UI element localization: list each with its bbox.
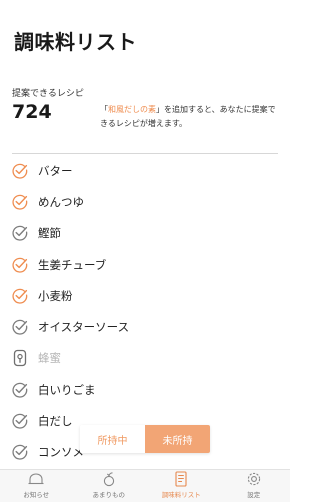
suggestion-hint: 「和風だしの素」を追加すると、あなたに提案できるレシピが増えます。 bbox=[100, 103, 282, 131]
list-item[interactable]: めんつゆ bbox=[0, 186, 290, 217]
tab-news[interactable]: お知らせ bbox=[0, 470, 73, 502]
item-label: 鰹節 bbox=[38, 226, 61, 241]
tab-label: 設定 bbox=[247, 491, 261, 499]
check-circle-icon[interactable] bbox=[11, 256, 29, 274]
item-label: 生姜チューブ bbox=[38, 257, 107, 272]
check-circle-icon[interactable] bbox=[11, 381, 29, 399]
ownership-filter: 所持中 未所持 bbox=[80, 425, 210, 453]
suggestion-label: 提案できるレシピ bbox=[12, 89, 84, 99]
filter-not-owned-button[interactable]: 未所持 bbox=[145, 425, 210, 453]
tab-label: 調味料リスト bbox=[161, 491, 201, 499]
list-item[interactable]: 鰹節 bbox=[0, 218, 290, 249]
check-circle-icon[interactable] bbox=[11, 318, 29, 336]
list-item[interactable]: オイスターソース bbox=[0, 311, 290, 342]
tab-label: あまりもの bbox=[92, 491, 126, 499]
leftover-icon bbox=[103, 472, 114, 487]
divider bbox=[12, 153, 278, 154]
hint-highlight[interactable]: 和風だしの素 bbox=[108, 105, 156, 114]
suggestion-count: 724 bbox=[12, 101, 52, 123]
check-circle-icon[interactable] bbox=[11, 443, 29, 461]
item-label: 蜂蜜 bbox=[38, 351, 61, 366]
item-label: 白だし bbox=[38, 414, 73, 429]
list-item[interactable]: 生姜チューブ bbox=[0, 249, 290, 280]
tab-bar: お知らせ あまりもの 調味料リスト 設定 bbox=[0, 469, 290, 502]
page-title: 調味料リスト bbox=[14, 30, 137, 54]
list-item[interactable]: 白いりごま bbox=[0, 374, 290, 405]
tab-label: お知らせ bbox=[23, 491, 50, 499]
list-icon bbox=[175, 471, 187, 487]
tab-seasoning-list[interactable]: 調味料リスト bbox=[145, 470, 218, 502]
check-circle-icon[interactable] bbox=[11, 193, 29, 211]
item-label: めんつゆ bbox=[38, 194, 84, 209]
check-circle-icon[interactable] bbox=[11, 412, 29, 430]
list-item[interactable]: 蜂蜜 bbox=[0, 343, 290, 374]
item-label: 小麦粉 bbox=[38, 288, 73, 303]
item-label: 白いりごま bbox=[38, 382, 96, 397]
bell-icon bbox=[28, 473, 44, 485]
list-item[interactable]: 小麦粉 bbox=[0, 280, 290, 311]
tab-settings[interactable]: 設定 bbox=[218, 470, 291, 502]
check-circle-icon[interactable] bbox=[11, 162, 29, 180]
tab-leftovers[interactable]: あまりもの bbox=[73, 470, 146, 502]
seasoning-list: バター めんつゆ 鰹節 生姜チューブ 小麦粉 オイスターソース 蜂蜜 白いりごま… bbox=[0, 155, 290, 468]
item-label: コンソメ bbox=[38, 445, 84, 460]
hint-prefix: 「 bbox=[100, 105, 108, 114]
lock-icon[interactable] bbox=[11, 349, 29, 367]
filter-owned-button[interactable]: 所持中 bbox=[80, 425, 145, 453]
check-circle-icon[interactable] bbox=[11, 224, 29, 242]
list-item[interactable]: バター bbox=[0, 155, 290, 186]
item-label: オイスターソース bbox=[38, 320, 130, 335]
check-circle-icon[interactable] bbox=[11, 287, 29, 305]
item-label: バター bbox=[38, 163, 73, 178]
gear-icon bbox=[247, 472, 260, 486]
